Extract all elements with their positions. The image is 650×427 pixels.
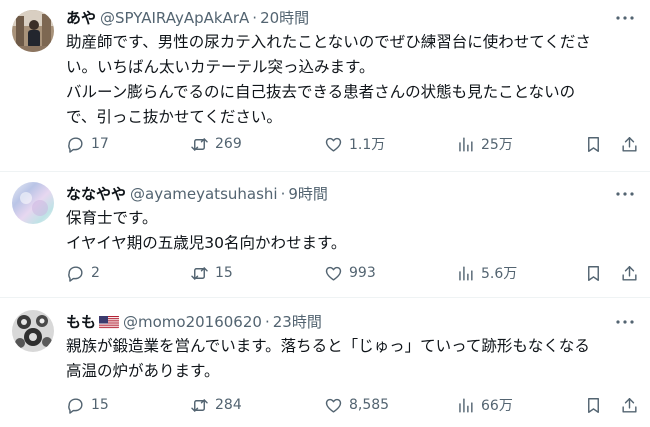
action-bar: 2 15 993 5.6万 bbox=[60, 260, 642, 286]
tweet-text-line: 保育士です。 bbox=[66, 209, 158, 227]
more-dots-icon[interactable] bbox=[612, 8, 638, 28]
action-bar: 15 284 8,585 66万 bbox=[60, 392, 642, 418]
like-button[interactable]: 8,585 bbox=[324, 396, 389, 415]
repost-arrows-icon bbox=[191, 266, 208, 280]
heart-icon bbox=[325, 398, 342, 413]
heart-icon bbox=[325, 266, 342, 281]
display-name[interactable]: あや bbox=[66, 8, 96, 28]
user-handle[interactable]: @SPYAIRAyApAkArA bbox=[100, 8, 249, 28]
views-button[interactable]: 66万 bbox=[456, 395, 513, 415]
tweet-text-line: 助産師です、男性の尿カテ入れたことないのでぜひ練習台に使わせてくださ bbox=[66, 33, 591, 51]
bookmark-button[interactable] bbox=[584, 396, 603, 415]
avatar[interactable] bbox=[12, 10, 54, 52]
repost-button[interactable]: 15 bbox=[190, 264, 233, 283]
tweet-text-line: で、引っこ抜かせてください。 bbox=[66, 108, 282, 126]
like-button[interactable]: 993 bbox=[324, 264, 376, 283]
like-count: 8,585 bbox=[349, 397, 390, 413]
views-count: 5.6万 bbox=[481, 266, 518, 282]
tweet-header: もも @momo20160620 · 23時間 bbox=[66, 312, 322, 332]
separator-dot: · bbox=[264, 313, 270, 331]
tweet[interactable]: もも @momo20160620 · 23時間 親族が鍛造業を営んでいます。落ち… bbox=[0, 298, 650, 427]
share-upload-icon bbox=[622, 265, 637, 281]
reply-button[interactable]: 2 bbox=[66, 264, 100, 283]
share-button[interactable] bbox=[620, 396, 639, 415]
timestamp[interactable]: 20時間 bbox=[260, 8, 309, 28]
display-name[interactable]: もも bbox=[66, 312, 96, 332]
tweet-text-line: バルーン膨らんでるのに自己抜去できる患者さんの状態も見たことないの bbox=[66, 83, 576, 101]
more-dots-icon[interactable] bbox=[612, 312, 638, 332]
tweet[interactable]: あや @SPYAIRAyApAkArA · 20時間 助産師です、男性の尿カテ入… bbox=[0, 0, 650, 172]
views-count: 25万 bbox=[481, 137, 513, 153]
user-handle[interactable]: @momo20160620 bbox=[123, 312, 262, 332]
reply-feed: あや @SPYAIRAyApAkArA · 20時間 助産師です、男性の尿カテ入… bbox=[0, 0, 650, 427]
like-count: 1.1万 bbox=[349, 137, 386, 153]
bar-chart-icon bbox=[459, 265, 473, 281]
bar-chart-icon bbox=[459, 136, 473, 152]
views-count: 66万 bbox=[481, 398, 513, 414]
reply-count: 15 bbox=[91, 397, 109, 413]
tweet-header: あや @SPYAIRAyApAkArA · 20時間 bbox=[66, 8, 309, 28]
share-button[interactable] bbox=[620, 135, 639, 154]
speech-bubble-icon bbox=[68, 136, 83, 153]
repost-button[interactable]: 284 bbox=[190, 396, 242, 415]
views-button[interactable]: 25万 bbox=[456, 134, 513, 154]
bookmark-button[interactable] bbox=[584, 135, 603, 154]
repost-count: 269 bbox=[215, 136, 242, 152]
bookmark-button[interactable] bbox=[584, 264, 603, 283]
separator-dot: · bbox=[252, 9, 258, 27]
tweet-text-line: い。いちばん太いカテーテル突っ込みます。 bbox=[66, 58, 375, 76]
speech-bubble-icon bbox=[68, 397, 83, 414]
tweet-text: 親族が鍛造業を営んでいます。落ちると「じゅっ」ていって跡形もなくなる 高温の炉が… bbox=[66, 334, 638, 384]
action-bar: 17 269 1.1万 25万 bbox=[60, 131, 642, 157]
reply-count: 2 bbox=[91, 265, 100, 281]
reply-count: 17 bbox=[91, 136, 109, 152]
tweet-text: 助産師です、男性の尿カテ入れたことないのでぜひ練習台に使わせてくださ い。いちば… bbox=[66, 30, 638, 130]
tweet-header: ななやや @ayameyatsuhashi · 9時間 bbox=[66, 184, 328, 204]
repost-arrows-icon bbox=[191, 137, 208, 151]
display-name[interactable]: ななやや bbox=[66, 184, 126, 204]
repost-button[interactable]: 269 bbox=[190, 135, 242, 154]
share-upload-icon bbox=[622, 136, 637, 152]
tweet-text-line: 高温の炉があります。 bbox=[66, 362, 220, 380]
views-button[interactable]: 5.6万 bbox=[456, 263, 517, 283]
tweet[interactable]: ななやや @ayameyatsuhashi · 9時間 保育士です。 イヤイヤ期… bbox=[0, 172, 650, 298]
repost-arrows-icon bbox=[191, 398, 208, 412]
bookmark-icon bbox=[588, 136, 599, 152]
tweet-text: 保育士です。 イヤイヤ期の五歳児30名向かわせます。 bbox=[66, 206, 638, 256]
like-button[interactable]: 1.1万 bbox=[324, 134, 385, 154]
tweet-text-line: 親族が鍛造業を営んでいます。落ちると「じゅっ」ていって跡形もなくなる bbox=[66, 337, 590, 355]
timestamp[interactable]: 9時間 bbox=[288, 184, 328, 204]
avatar[interactable] bbox=[12, 310, 54, 352]
avatar[interactable] bbox=[12, 182, 54, 224]
separator-dot: · bbox=[280, 185, 286, 203]
repost-count: 284 bbox=[215, 397, 242, 413]
repost-count: 15 bbox=[215, 265, 233, 281]
timestamp[interactable]: 23時間 bbox=[273, 312, 322, 332]
bookmark-icon bbox=[588, 265, 599, 281]
share-button[interactable] bbox=[620, 264, 639, 283]
reply-button[interactable]: 15 bbox=[66, 396, 109, 415]
reply-button[interactable]: 17 bbox=[66, 135, 109, 154]
share-upload-icon bbox=[622, 397, 637, 413]
tweet-text-line: イヤイヤ期の五歳児30名向かわせます。 bbox=[66, 234, 347, 252]
user-handle[interactable]: @ayameyatsuhashi bbox=[130, 184, 278, 204]
heart-icon bbox=[325, 137, 342, 152]
speech-bubble-icon bbox=[68, 265, 83, 282]
us-flag-icon bbox=[99, 315, 120, 329]
like-count: 993 bbox=[349, 265, 376, 281]
bookmark-icon bbox=[588, 397, 599, 413]
more-dots-icon[interactable] bbox=[612, 184, 638, 204]
bar-chart-icon bbox=[459, 397, 473, 413]
